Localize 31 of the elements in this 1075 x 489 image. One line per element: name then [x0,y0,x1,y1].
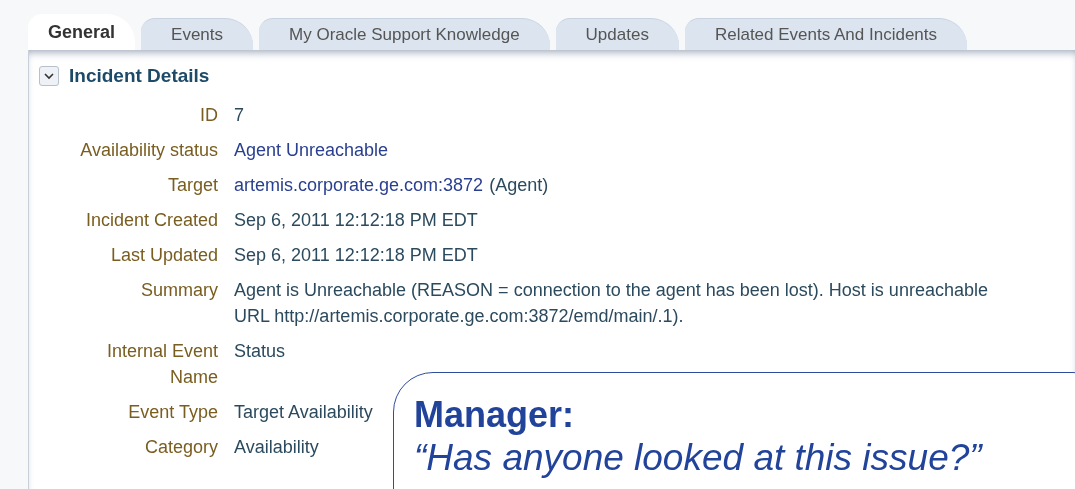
field-value: Target Availability [234,401,373,424]
field-label: Incident Created [84,209,218,232]
field-label: Category [143,436,218,459]
field-value: URL http://artemis.corporate.ge.com:3872/emd/main/.1). [234,305,685,328]
field-value: Sep 6, 2011 12:12:18 PM EDT [234,209,478,232]
tab[interactable]: Events [141,18,254,50]
field-label: Name [169,366,218,389]
tab[interactable]: Related Events And Incidents [684,18,967,50]
field-value: 7 [234,104,244,127]
field-value: Status [234,340,286,363]
field-label: ID [199,104,218,127]
field-label: Availability status [79,139,218,162]
field-label: Target [166,174,218,197]
field-label: Event Type [127,401,218,424]
field-value: Sep 6, 2011 12:12:18 PM EDT [234,244,478,267]
speaker-label: Manager: [414,395,576,435]
section-title: Incident Details [69,63,210,88]
field-label: Internal Event [105,340,218,363]
collapse-button[interactable] [39,66,59,86]
field-link[interactable]: artemis.corporate.ge.com:3872 [234,172,484,198]
field-link[interactable]: Agent Unreachable [234,137,389,163]
chevron-icon [43,70,55,82]
tab[interactable]: Updates [555,18,679,50]
field-label: Last Updated [109,244,218,267]
tab[interactable]: My Oracle Support Knowledge [259,18,550,50]
field-label: Summary [140,279,218,302]
quote-text: “Has anyone looked at this issue?” [414,436,984,480]
field-value: (Agent) [489,174,549,197]
field-value: Agent is Unreachable (REASON = connection to the agent has been lost). Host is unreachable [234,279,988,302]
tab[interactable]: General [28,14,136,50]
field-value: Availability [234,436,319,459]
